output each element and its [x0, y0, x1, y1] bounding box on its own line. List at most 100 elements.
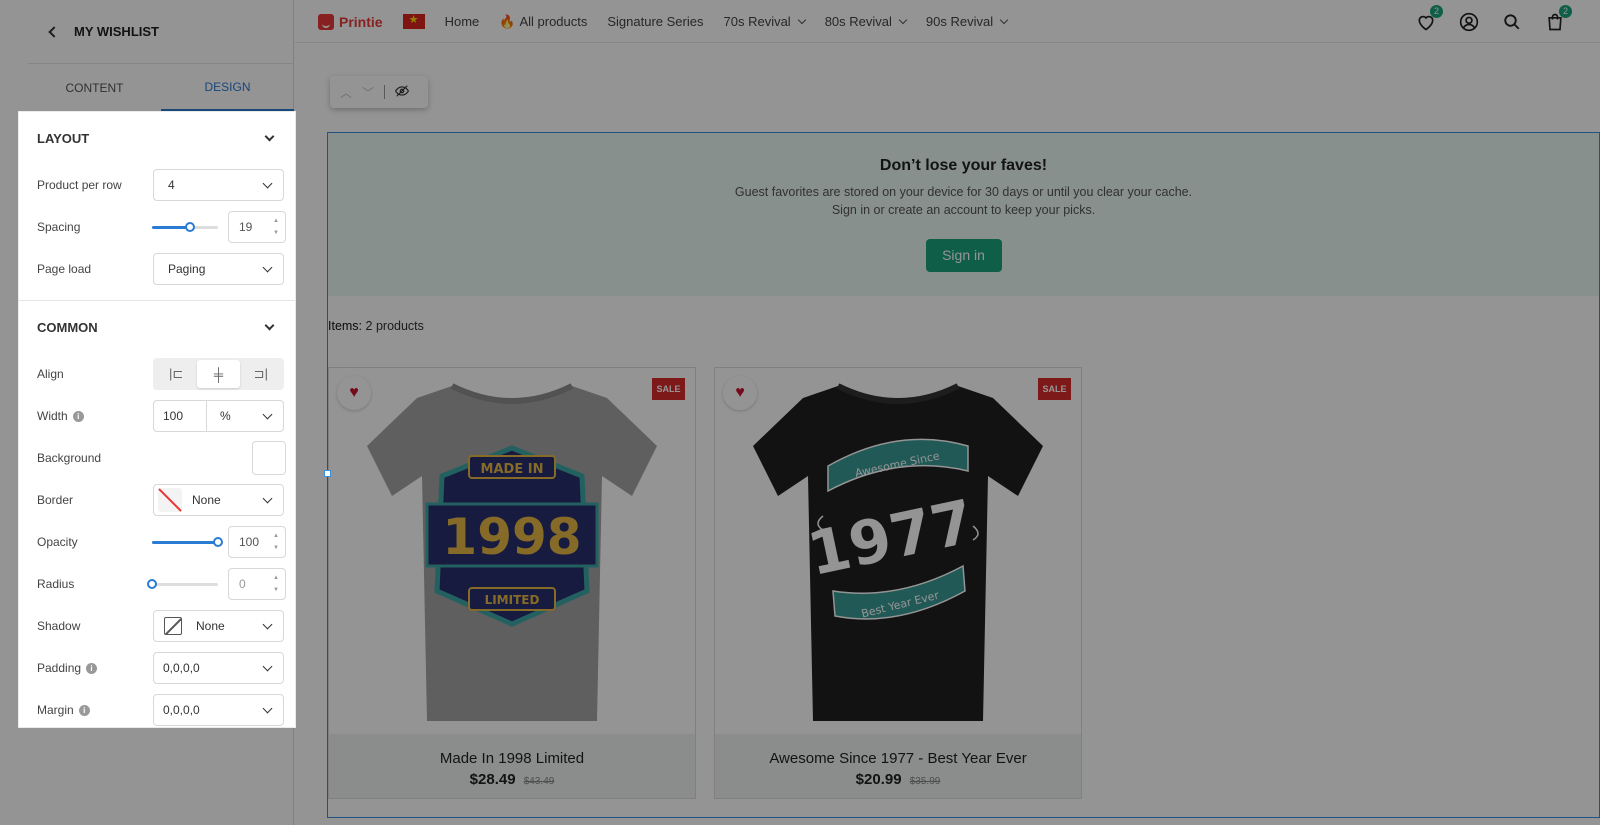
align-row: Align |⊏ ╪ ⊐| [19, 353, 295, 395]
spacing-slider[interactable] [152, 221, 218, 232]
hide-eye-icon[interactable] [394, 84, 410, 100]
select-value: 0,0,0,0 [163, 661, 200, 675]
slider-thumb[interactable] [184, 221, 195, 232]
resize-handle[interactable] [324, 470, 331, 477]
opacity-control: 100 ▲ ▼ [152, 526, 286, 558]
toolbar-divider [384, 85, 386, 99]
slider-thumb[interactable] [147, 578, 157, 589]
opacity-input[interactable]: 100 ▲ ▼ [228, 526, 286, 558]
current-price: $20.99 [855, 771, 902, 788]
nav-80s-revival[interactable]: 80s Revival [825, 14, 908, 29]
search-icon[interactable] [1502, 12, 1522, 32]
margin-label: Margin i [37, 703, 153, 717]
opacity-label: Opacity [37, 535, 78, 549]
svg-text:LIMITED: LIMITED [485, 593, 540, 607]
padding-select[interactable]: 0,0,0,0 [153, 652, 284, 684]
current-price: $28.49 [469, 771, 516, 788]
element-toolbar: ︿ ﹀ [330, 76, 428, 108]
info-icon[interactable]: i [78, 704, 90, 716]
chevron-down-icon [262, 262, 273, 272]
align-right-icon[interactable]: ⊐| [240, 360, 282, 388]
opacity-slider[interactable] [152, 536, 223, 547]
info-icon[interactable]: i [86, 662, 98, 674]
nav-90s-revival[interactable]: 90s Revival [926, 14, 1009, 29]
wishlist-heart-icon[interactable]: 2 [1416, 4, 1443, 32]
product-card[interactable]: Awesome Since 1977 Best Year Ever ♥ SALE… [714, 367, 1082, 799]
border-label: Border [37, 493, 74, 507]
chevron-down-icon [262, 703, 273, 713]
store-logo[interactable]: Printie [318, 13, 383, 30]
align-center-icon[interactable]: ╪ [197, 360, 240, 388]
product-image[interactable]: MADE IN 1998 LIMITED [329, 368, 695, 734]
remove-wishlist-heart-icon[interactable]: ♥ [723, 376, 757, 410]
nav-label: Signature Series [607, 14, 704, 29]
page-load-select[interactable]: Paging [153, 253, 284, 285]
product-info: Awesome Since 1977 - Best Year Ever $20.… [715, 734, 1081, 798]
align-label: Align [37, 367, 64, 381]
shadow-row: Shadow None [19, 605, 295, 647]
original-price: $35.99 [909, 776, 941, 787]
stepper-icon[interactable]: ▲ ▼ [273, 575, 279, 593]
product-name[interactable]: Made In 1998 Limited [329, 750, 695, 767]
cart-count-badge: 2 [1559, 4, 1572, 18]
brand-name: Printie [339, 13, 383, 30]
back-chevron-icon[interactable] [48, 25, 60, 38]
product-per-row-select[interactable]: 4 [153, 169, 284, 201]
nav-label: Home [444, 14, 480, 29]
margin-select[interactable]: 0,0,0,0 [153, 694, 284, 726]
items-label: Items: [328, 319, 363, 333]
nav-70s-revival[interactable]: 70s Revival [723, 14, 806, 29]
border-row: Border None [19, 479, 295, 521]
align-left-icon[interactable]: |⊏ [155, 360, 197, 388]
header-icons: 2 2 [1416, 0, 1572, 43]
tab-content[interactable]: CONTENT [28, 64, 161, 111]
background-color-swatch[interactable] [252, 441, 286, 475]
nav-all-products[interactable]: 🔥 All products [499, 14, 587, 30]
nav-signature-series[interactable]: Signature Series [607, 14, 703, 29]
product-card[interactable]: MADE IN 1998 LIMITED ♥ SALE Made In 1998… [328, 367, 696, 799]
opacity-row: Opacity 100 ▲ ▼ [19, 521, 295, 563]
nav-label: 70s Revival [723, 14, 791, 29]
sign-in-button[interactable]: Sign in [925, 239, 1002, 272]
product-image[interactable]: Awesome Since 1977 Best Year Ever [715, 368, 1081, 734]
shadow-select[interactable]: None [153, 610, 284, 642]
product-info: Made In 1998 Limited $28.49 $43.49 [329, 734, 695, 798]
border-select[interactable]: None [153, 484, 284, 516]
remove-wishlist-heart-icon[interactable]: ♥ [337, 376, 371, 410]
radius-row: Radius 0 ▲ ▼ [19, 563, 295, 605]
select-left: None [158, 488, 221, 512]
product-per-row-row: Product per row 4 [19, 164, 295, 206]
radius-slider[interactable] [147, 578, 218, 589]
radius-label: Radius [37, 577, 75, 591]
input-value: 100 [239, 535, 260, 549]
slider-thumb[interactable] [213, 536, 223, 547]
width-value[interactable]: 100 [154, 401, 207, 431]
info-icon[interactable]: i [72, 410, 84, 422]
fire-icon: 🔥 [499, 13, 516, 29]
move-up-icon[interactable]: ︿ [340, 84, 352, 101]
layout-group-header[interactable]: LAYOUT [19, 112, 295, 164]
layout-heading: LAYOUT [37, 130, 90, 146]
move-down-icon[interactable]: ﹀ [362, 84, 374, 101]
select-value: None [196, 619, 225, 633]
account-icon[interactable] [1459, 12, 1479, 32]
width-unit-select[interactable]: % [207, 401, 283, 431]
spacing-input[interactable]: 19 ▲ ▼ [228, 211, 286, 243]
radius-input[interactable]: 0 ▲ ▼ [228, 568, 286, 600]
product-price: $28.49 $43.49 [329, 771, 695, 788]
items-count: Items: 2 products [328, 319, 424, 333]
tab-design[interactable]: DESIGN [161, 64, 294, 111]
shadow-label: Shadow [37, 619, 81, 633]
chevron-down-icon [262, 178, 273, 188]
no-border-icon [158, 488, 182, 512]
common-group-header[interactable]: COMMON [19, 301, 295, 353]
cart-bag-icon[interactable]: 2 [1545, 4, 1572, 32]
nav-home[interactable]: Home [445, 14, 480, 29]
stepper-icon[interactable]: ▲ ▼ [273, 533, 279, 551]
vietnam-flag-icon[interactable] [402, 13, 425, 29]
width-row: Width i 100 % [19, 395, 295, 437]
wishlist-section[interactable]: Don’t lose your faves! Guest favorites a… [327, 132, 1600, 818]
product-name[interactable]: Awesome Since 1977 - Best Year Ever [715, 750, 1081, 767]
spacing-control: 19 ▲ ▼ [152, 211, 286, 243]
stepper-icon[interactable]: ▲ ▼ [273, 218, 279, 236]
